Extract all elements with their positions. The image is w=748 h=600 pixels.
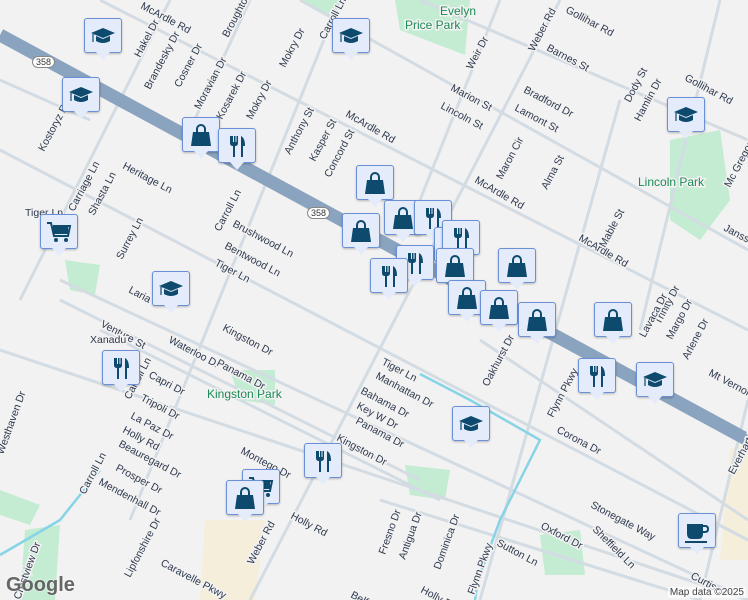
shopping-bag-icon — [365, 171, 385, 194]
park-label: Price Park — [405, 18, 461, 32]
street-label: Mokry Dr — [244, 78, 275, 122]
restaurant-icon — [114, 357, 129, 379]
shopping-bag-icon — [457, 286, 477, 309]
poi-marker[interactable] — [436, 248, 474, 290]
street-label: Broughton — [220, 0, 253, 39]
street-label: Hakel Dr — [132, 17, 162, 59]
school-icon — [459, 415, 483, 431]
poi-marker[interactable] — [636, 362, 674, 404]
shopping-bag-icon — [445, 254, 465, 277]
poi-marker[interactable] — [452, 406, 490, 448]
highway-shield: 358 — [32, 56, 56, 68]
shopping-cart-icon — [47, 221, 72, 242]
poi-marker[interactable] — [182, 117, 220, 159]
shopping-bag-icon — [235, 486, 255, 509]
poi-marker[interactable] — [84, 18, 122, 60]
poi-marker[interactable] — [342, 213, 380, 255]
map-attribution[interactable]: Map data ©2025 — [667, 587, 746, 598]
street-label: Alma St — [539, 153, 567, 191]
street-label: Capri Dr — [147, 369, 188, 398]
school-icon — [643, 371, 667, 387]
street-label: Belfast — [349, 589, 383, 600]
restaurant-icon — [590, 365, 605, 387]
school-icon — [674, 106, 698, 122]
street-label: Mable St — [597, 207, 627, 249]
park-label: Kingston Park — [207, 387, 283, 401]
street-label: Westhaven Dr — [0, 389, 29, 456]
school-icon — [339, 27, 363, 43]
street-label: Gollihar Rd — [564, 4, 616, 39]
poi-marker[interactable] — [218, 128, 256, 170]
shopping-bag-icon — [527, 308, 547, 331]
poi-marker[interactable] — [678, 513, 716, 555]
poi-marker[interactable] — [102, 350, 140, 392]
shopping-bag-icon — [603, 308, 623, 331]
street-label: Heritage Ln — [121, 160, 175, 196]
poi-marker[interactable] — [498, 248, 536, 290]
coffee-cup-icon — [685, 523, 710, 543]
street-label: Holly Rd — [289, 510, 330, 539]
poi-marker[interactable] — [62, 77, 100, 119]
street-label: Flynn Pkwy — [545, 366, 581, 420]
poi-marker[interactable] — [226, 480, 264, 522]
shopping-bag-icon — [191, 123, 211, 146]
poi-marker[interactable] — [578, 358, 616, 400]
restaurant-icon — [454, 227, 469, 249]
poi-marker[interactable] — [304, 443, 342, 485]
poi-marker[interactable] — [594, 302, 632, 344]
street-label: Laria — [127, 284, 153, 306]
poi-marker[interactable] — [480, 290, 518, 332]
poi-marker[interactable] — [152, 271, 190, 313]
highway-shield: 358 — [307, 207, 331, 219]
poi-marker[interactable] — [356, 165, 394, 207]
shopping-bag-icon — [489, 296, 509, 319]
street-label: Barnes St — [545, 42, 591, 74]
street-label: Cosner Dr — [172, 41, 205, 89]
street-label: Arlene Dr — [680, 316, 712, 361]
street-label: Mc Gregor Dr — [722, 127, 748, 189]
map-canvas[interactable]: EvelynPrice Park Lincoln Park Kingston Par… — [0, 0, 748, 600]
school-icon — [91, 27, 115, 43]
street-label: Holly Rd — [419, 584, 460, 600]
shopping-bag-icon — [351, 219, 371, 242]
poi-marker[interactable] — [370, 258, 408, 300]
street-label: Surrey Ln — [114, 215, 146, 261]
street-label: Weir Dr — [464, 34, 491, 71]
poi-marker[interactable] — [332, 18, 370, 60]
google-logo: Google — [6, 574, 75, 596]
restaurant-icon — [316, 450, 331, 472]
restaurant-icon — [230, 135, 245, 157]
school-icon — [159, 280, 183, 296]
street-label: Xanadu — [90, 334, 126, 346]
school-icon — [69, 86, 93, 102]
street-label: Flynn Pkwy — [466, 541, 496, 596]
street-label: Kingston Dr — [221, 322, 276, 359]
shopping-bag-icon — [507, 254, 527, 277]
street-label: Lipfonshire Dr — [122, 516, 164, 580]
street-label: Mokry Dr — [277, 26, 308, 70]
park-label: Evelyn — [440, 4, 476, 18]
park-label: Lincoln Park — [638, 175, 705, 189]
street-label: Mt Vernon — [707, 367, 748, 400]
poi-marker[interactable] — [518, 302, 556, 344]
poi-marker[interactable] — [667, 97, 705, 139]
street-label: Maron Cir — [494, 135, 526, 182]
shopping-bag-icon — [393, 206, 413, 229]
poi-marker[interactable] — [40, 214, 78, 256]
restaurant-icon — [382, 265, 397, 287]
